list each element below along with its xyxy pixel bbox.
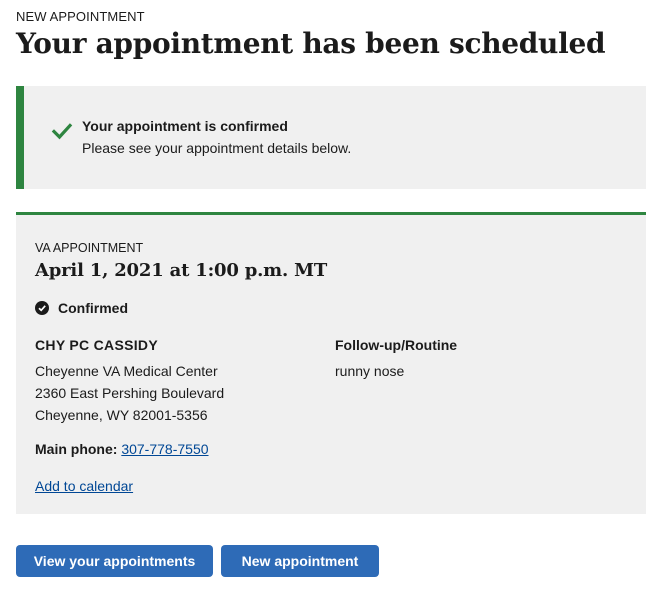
new-appointment-button[interactable]: New appointment xyxy=(221,545,379,577)
add-to-calendar-link[interactable]: Add to calendar xyxy=(35,478,133,494)
street-address: 2360 East Pershing Boulevard xyxy=(35,385,225,401)
reason-type: Follow-up/Routine xyxy=(335,337,458,353)
status-badge: Confirmed xyxy=(35,299,128,317)
city-state-zip: Cheyenne, WY 82001-5356 xyxy=(35,407,208,423)
facility-name: Cheyenne VA Medical Center xyxy=(35,363,218,379)
reason-text: runny nose xyxy=(335,363,405,379)
clinic-name: CHY PC CASSIDY xyxy=(35,337,158,353)
appointment-card: VA APPOINTMENT April 1, 2021 at 1:00 p.m… xyxy=(16,212,646,514)
view-appointments-button[interactable]: View your appointments xyxy=(16,545,213,577)
appointment-datetime: April 1, 2021 at 1:00 p.m. MT xyxy=(35,260,328,281)
alert-body: Please see your appointment details belo… xyxy=(82,140,352,156)
phone-row: Main phone: 307-778-7550 xyxy=(35,441,209,457)
check-icon xyxy=(51,123,73,140)
appointment-type: VA APPOINTMENT xyxy=(35,241,144,255)
status-label: Confirmed xyxy=(58,300,128,316)
phone-link[interactable]: 307-778-7550 xyxy=(121,441,208,457)
phone-label: Main phone: xyxy=(35,441,118,457)
check-circle-icon xyxy=(35,301,49,315)
page-eyebrow: NEW APPOINTMENT xyxy=(16,9,145,24)
alert-heading: Your appointment is confirmed xyxy=(82,118,288,134)
page-title: Your appointment has been scheduled xyxy=(16,27,606,60)
success-alert: Your appointment is confirmed Please see… xyxy=(16,86,646,189)
